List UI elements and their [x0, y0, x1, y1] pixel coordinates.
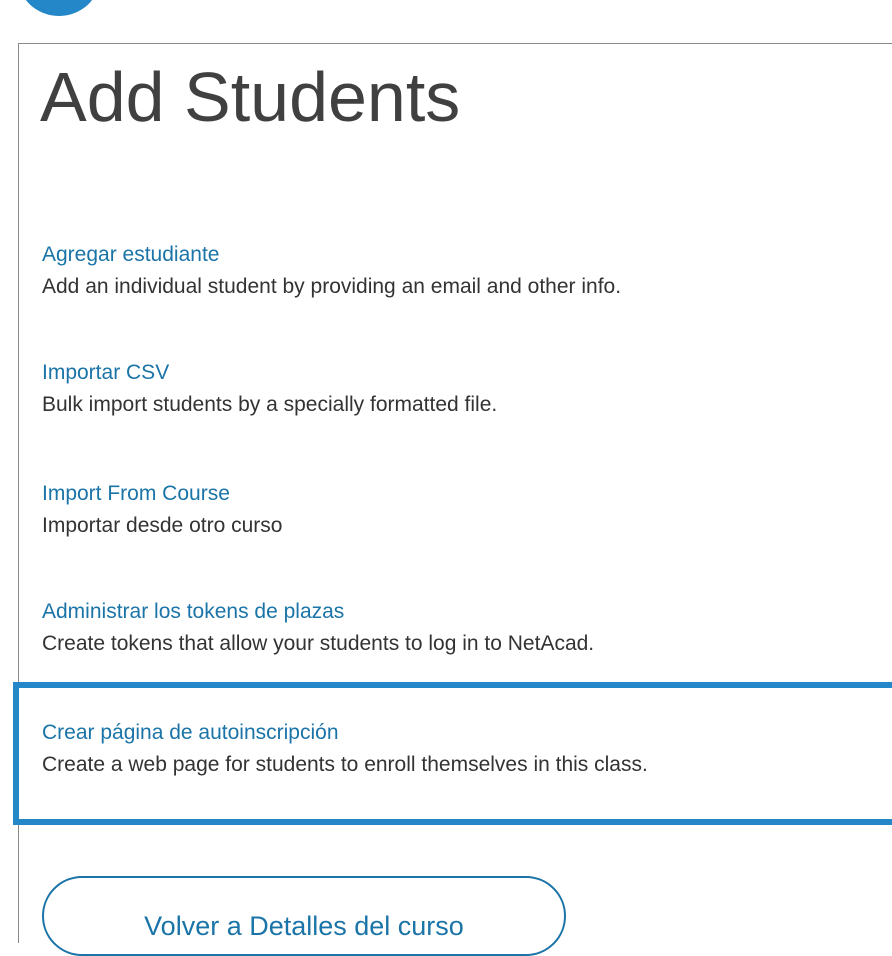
self-enrollment-page-description: Create a web page for students to enroll… — [42, 753, 648, 776]
import-from-course-description: Importar desde otro curso — [42, 514, 283, 537]
option-add-student: Agregar estudiante Add an individual stu… — [42, 244, 621, 297]
back-to-course-details-button[interactable]: Volver a Detalles del curso — [42, 876, 566, 956]
manage-seat-tokens-description: Create tokens that allow your students t… — [42, 632, 595, 655]
step-marker-circle — [18, 0, 100, 16]
import-csv-link[interactable]: Importar CSV — [42, 362, 497, 383]
option-manage-seat-tokens: Administrar los tokens de plazas Create … — [42, 601, 594, 654]
self-enrollment-page-link[interactable]: Crear página de autoinscripción — [42, 722, 648, 743]
import-from-course-link[interactable]: Import From Course — [42, 483, 282, 504]
option-import-csv: Importar CSV Bulk import students by a s… — [42, 362, 497, 415]
option-import-from-course: Import From Course Importar desde otro c… — [42, 483, 282, 536]
manage-seat-tokens-link[interactable]: Administrar los tokens de plazas — [42, 601, 594, 622]
page-title: Add Students — [40, 58, 461, 136]
option-self-enrollment-page: Crear página de autoinscripción Create a… — [42, 722, 648, 775]
add-student-description: Add an individual student by providing a… — [42, 275, 622, 298]
import-csv-description: Bulk import students by a specially form… — [42, 393, 498, 416]
add-student-link[interactable]: Agregar estudiante — [42, 244, 621, 265]
